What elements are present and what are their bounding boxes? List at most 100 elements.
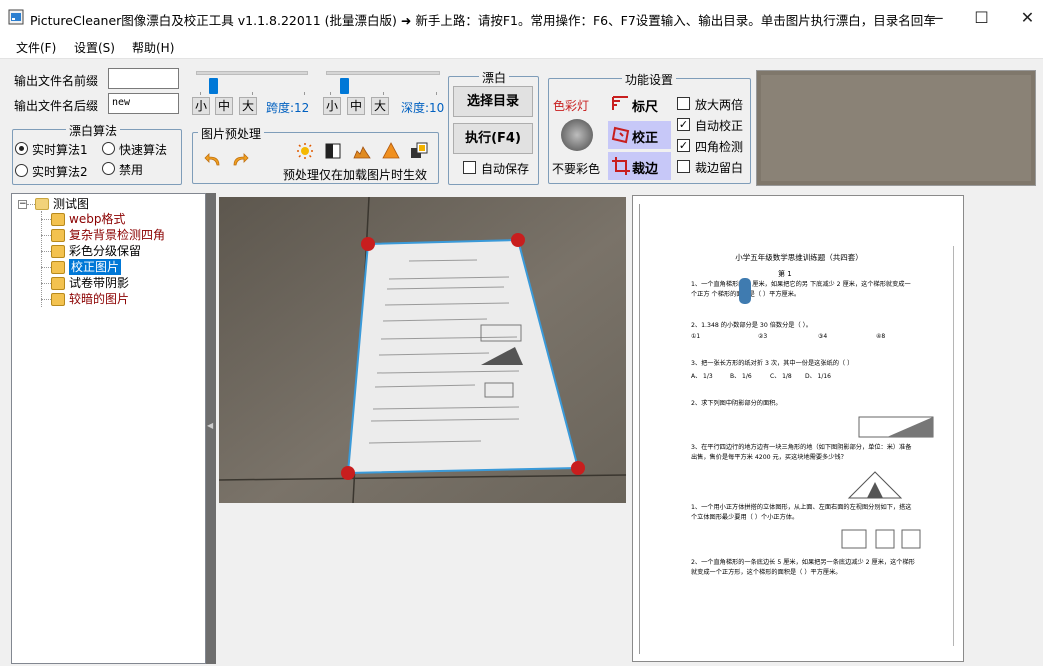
doc-question-4: 2、求下列图中阴影部分的面积。 [691,400,782,407]
algo-realtime2-radio[interactable] [15,164,28,177]
image-file-icon [51,277,65,290]
image-file-icon [51,229,65,242]
corner-detect-checkbox[interactable]: ✓ [677,139,690,152]
algo-realtime2-label[interactable]: 实时算法2 [32,163,88,180]
doc-question-7: 2、一个直角梯形的一条底边长 5 厘米，如果把另一条底边减少 2 厘米，这个梯形… [691,559,915,576]
tree-item[interactable]: 试卷带阴影 [69,275,129,291]
correct-button[interactable]: 校正 [632,127,658,146]
depth-small-button[interactable]: 小 [323,97,341,115]
double-size-checkbox[interactable] [677,97,690,110]
depth-tick [383,92,384,95]
doc-choice-a: A、 1/3 [691,373,713,380]
depth-tick [330,92,331,95]
window-title: PictureCleaner图像漂白及校正工具 v1.1.8.22011 (批量… [30,13,935,28]
tree-item[interactable]: webp格式 [69,211,125,227]
span-slider-thumb[interactable] [209,78,219,94]
brightness-icon[interactable] [296,142,314,163]
ruler-button[interactable]: 标尺 [632,96,658,115]
depth-slider-thumb[interactable] [339,78,349,94]
algo-fast-radio[interactable] [102,142,115,155]
no-color-label[interactable]: 不要彩色 [552,160,600,177]
algo-disabled-label[interactable]: 禁用 [119,161,143,178]
doc-question-2: 2、1.348 的小数部分是 30 倍数分是（ ）。 [691,322,812,329]
depth-value: 深度:10 [401,101,445,115]
tree-root[interactable]: 测试图 [53,196,89,212]
preprocess-note: 预处理仅在加载图片时生效 [283,168,428,182]
prefix-input[interactable] [108,68,179,89]
depth-tick [436,92,437,95]
original-image-preview[interactable] [218,196,627,504]
scan-right-edge [953,246,954,646]
crop-button[interactable]: 裁边 [632,158,658,177]
original-photo [218,196,627,504]
span-small-button[interactable]: 小 [192,97,210,115]
doc-figure-3 [841,529,921,549]
maximize-button[interactable]: ☐ [959,0,1004,35]
select-directory-button[interactable]: 选择目录 [453,86,533,117]
sharpen-icon[interactable] [382,142,400,163]
span-large-button[interactable]: 大 [239,97,257,115]
image-file-icon [51,261,65,274]
tree-connector [41,283,51,284]
algo-fast-label[interactable]: 快速算法 [119,141,167,158]
execute-button[interactable]: 执行(F4) [453,123,533,154]
algo-realtime1-label[interactable]: 实时算法1 [32,141,88,158]
color-lamp-icon[interactable] [560,118,594,155]
depth-medium-button[interactable]: 中 [347,97,365,115]
levels-icon[interactable] [353,143,371,162]
tree-connector [41,235,51,236]
crop-icon[interactable] [611,156,631,179]
menu-settings[interactable]: 设置(S) [74,39,115,56]
algo-realtime1-radio[interactable] [15,142,28,155]
collapse-arrow-icon[interactable]: ◀ [207,421,213,430]
auto-correct-label[interactable]: 自动校正 [695,117,743,134]
corner-detect-label[interactable]: 四角检测 [695,138,743,155]
span-medium-button[interactable]: 中 [215,97,233,115]
algo-disabled-radio[interactable] [102,162,115,175]
doc-option-2: ②3 [758,333,768,340]
tree-item[interactable]: 较暗的图片 [69,291,129,307]
contrast-icon[interactable] [325,143,341,162]
minimize-button[interactable]: — [913,0,958,35]
doc-figure-1 [858,416,934,438]
close-button[interactable]: ✕ [1005,0,1043,35]
doc-question-3: 3、把一张长方形的纸对折 3 次，其中一份是这张纸的（ ） [691,360,854,367]
tree-item[interactable]: 彩色分级保留 [69,243,141,259]
menu-help[interactable]: 帮助(H) [132,39,174,56]
menu-file[interactable]: 文件(F) [16,39,56,56]
tree-collapse-toggle[interactable]: − [18,200,27,209]
span-tick [252,92,253,95]
auto-save-label[interactable]: 自动保存 [481,160,529,177]
menu-bar: 文件(F) 设置(S) 帮助(H) [0,35,1043,59]
span-slider-track [196,71,308,75]
span-value: 跨度:12 [266,101,310,115]
doc-choice-c: C、 1/8 [770,373,792,380]
crop-margin-label[interactable]: 裁边留白 [695,159,743,176]
double-size-label[interactable]: 放大两倍 [695,96,743,113]
doc-question-1: 1、一个直角梯形的 5 厘米，如果把它的另 下底减少 2 厘米，这个梯形就变成一… [691,281,911,298]
color-lamp-label[interactable]: 色彩灯 [553,97,589,114]
suffix-input[interactable]: new [108,93,179,114]
doc-option-3: ③4 [818,333,828,340]
bleach-group-title: 漂白 [479,69,510,86]
auto-correct-checkbox[interactable]: ✓ [677,118,690,131]
panel-splitter[interactable]: ◀ [206,193,216,664]
title-bar: PictureCleaner图像漂白及校正工具 v1.1.8.22011 (批量… [0,0,1043,35]
depth-slider-track [326,71,440,75]
ruler-icon[interactable] [611,94,631,115]
suffix-label: 输出文件名后缀 [14,99,99,113]
span-tick [200,92,201,95]
tree-connector [41,267,51,268]
color-adjust-icon[interactable] [410,142,428,163]
result-image-preview[interactable]: 小学五年级数学思维训练题（共四套） 第 1 1、一个直角梯形的 5 厘米，如果把… [632,195,964,662]
image-file-icon [51,213,65,226]
depth-large-button[interactable]: 大 [371,97,389,115]
undo-icon[interactable] [204,152,222,171]
tree-item[interactable]: 校正图片 [69,259,122,275]
tree-item[interactable]: 复杂背景检测四角 [69,227,165,243]
doc-choice-b: B、 1/6 [730,373,752,380]
auto-save-checkbox[interactable] [463,161,476,174]
correct-icon[interactable] [611,125,631,148]
redo-icon[interactable] [231,152,249,171]
crop-margin-checkbox[interactable] [677,160,690,173]
